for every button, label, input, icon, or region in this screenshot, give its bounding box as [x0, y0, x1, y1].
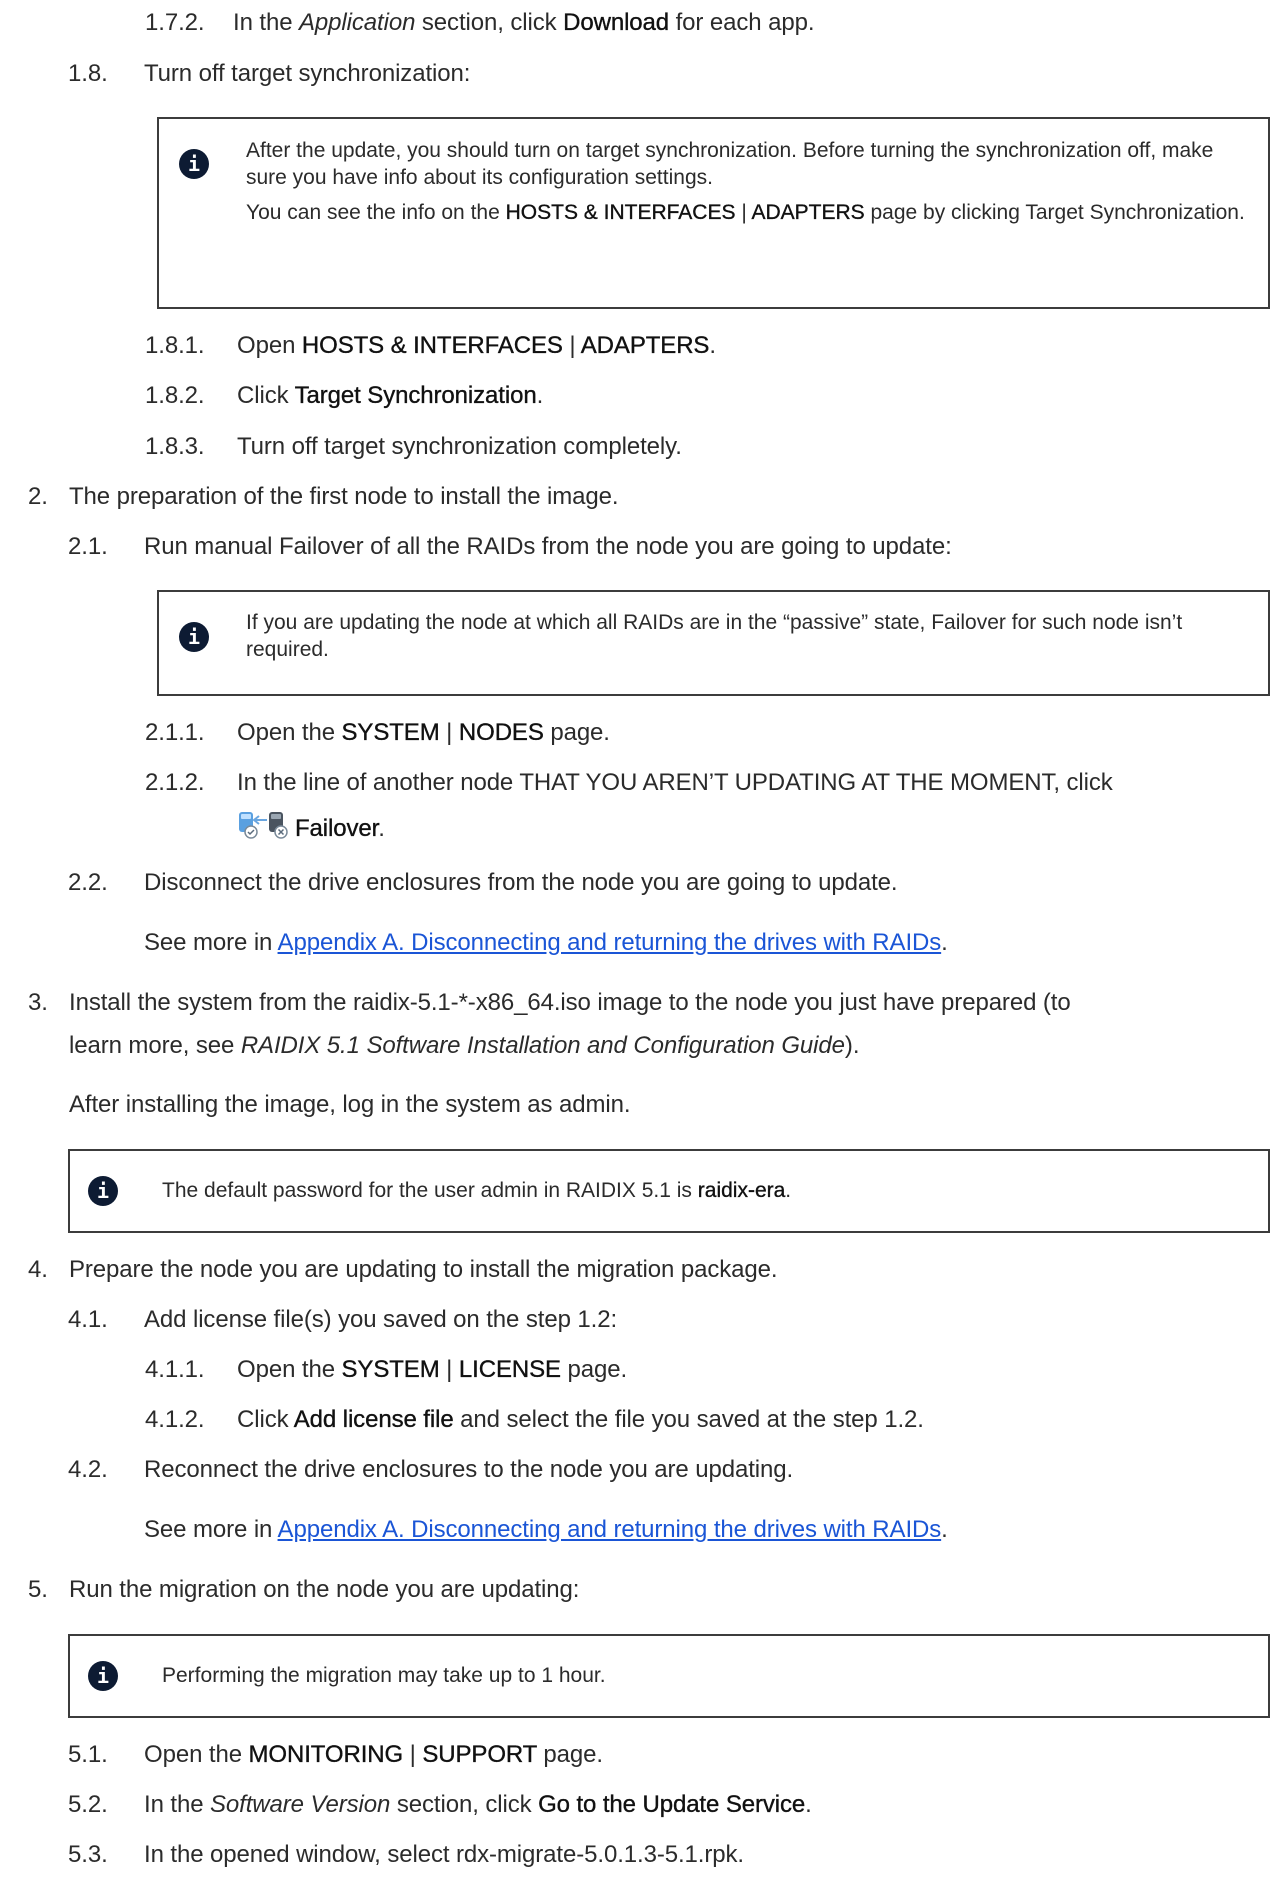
note-text: Performing the migration may take up to … [162, 1664, 606, 1687]
step-1-8-1: 1.8.1. Open HOSTS & INTERFACES | ADAPTERS… [145, 330, 716, 362]
step-number: 2.1. [68, 533, 108, 560]
step-2-1: 2.1. Run manual Failover of all the RAIDs… [68, 531, 952, 563]
step-number: 4.1.1. [145, 1356, 205, 1383]
step-number: 2.1.2. [145, 769, 205, 796]
appendix-a-link[interactable]: Appendix A. Disconnecting and returning … [278, 929, 942, 956]
step-3-cont: learn more, see RAIDIX 5.1 Software Inst… [69, 1032, 860, 1059]
step-5-2: 5.2. In the Software Version section, cli… [68, 1789, 812, 1821]
see-more-2-2: See more in Appendix A. Disconnecting an… [144, 929, 948, 956]
see-more-4-2: See more in Appendix A. Disconnecting an… [144, 1516, 948, 1543]
step-number: 5.3. [68, 1841, 108, 1868]
step-number: 4. [28, 1256, 48, 1283]
failover-icon [237, 810, 289, 849]
step-number: 2. [28, 483, 48, 510]
info-note: i If you are updating the node at which … [157, 590, 1270, 696]
note-text: If you are updating the node at which al… [246, 611, 1183, 661]
step-2-1-1: 2.1.1. Open the SYSTEM | NODES page. [145, 717, 610, 749]
step-1-8-3: 1.8.3. Turn off target synchronization co… [145, 431, 682, 463]
appendix-a-link[interactable]: Appendix A. Disconnecting and returning … [278, 1516, 942, 1543]
step-1-7-2: 1.7.2. In the Application section, click … [145, 7, 815, 39]
step-number: 1.8. [68, 60, 108, 87]
step-number: 4.1.2. [145, 1406, 205, 1433]
step-number: 1.8.2. [145, 382, 205, 409]
step-2: 2. The preparation of the first node to i… [28, 481, 619, 513]
info-note: i The default password for the user admi… [68, 1149, 1270, 1233]
step-1-8-2: 1.8.2. Click Target Synchronization. [145, 380, 543, 412]
info-icon: i [88, 1661, 118, 1691]
note-text: After the update, you should turn on tar… [246, 139, 1245, 224]
step-number: 1.8.3. [145, 433, 205, 460]
step-number: 2.1.1. [145, 719, 205, 746]
step-4-1-1: 4.1.1. Open the SYSTEM | LICENSE page. [145, 1354, 627, 1386]
step-4-1-2: 4.1.2. Click Add license file and select … [145, 1404, 924, 1436]
step-number: 5.1. [68, 1741, 108, 1768]
note-text: The default password for the user admin … [162, 1179, 792, 1202]
step-5-3: 5.3. In the opened window, select rdx-mig… [68, 1839, 744, 1871]
step-3: 3. Install the system from the raidix-5.1… [28, 987, 1071, 1019]
step-1-8: 1.8. Turn off target synchronization: [68, 58, 470, 90]
step-3-after: After installing the image, log in the s… [69, 1091, 631, 1118]
info-note: i Performing the migration may take up t… [68, 1634, 1270, 1718]
step-4-2: 4.2. Reconnect the drive enclosures to th… [68, 1454, 793, 1486]
info-icon: i [179, 149, 209, 179]
step-2-1-2: 2.1.2. In the line of another node THAT Y… [145, 767, 1113, 799]
step-number: 1.8.1. [145, 332, 205, 359]
step-number: 2.2. [68, 869, 108, 896]
step-number: 4.1. [68, 1306, 108, 1333]
step-number: 4.2. [68, 1456, 108, 1483]
step-4-1: 4.1. Add license file(s) you saved on the… [68, 1304, 617, 1336]
step-number: 1.7.2. [145, 9, 205, 36]
step-number: 5.2. [68, 1791, 108, 1818]
info-icon: i [179, 622, 209, 652]
step-2-2: 2.2. Disconnect the drive enclosures from… [68, 867, 898, 899]
info-icon: i [88, 1176, 118, 1206]
step-number: 5. [28, 1576, 48, 1603]
step-4: 4. Prepare the node you are updating to i… [28, 1254, 778, 1286]
info-note: i After the update, you should turn on t… [157, 117, 1270, 309]
step-5-1: 5.1. Open the MONITORING | SUPPORT page. [68, 1739, 603, 1771]
step-5: 5. Run the migration on the node you are … [28, 1574, 579, 1606]
failover-action: Failover. [237, 810, 385, 849]
step-number: 3. [28, 989, 48, 1016]
